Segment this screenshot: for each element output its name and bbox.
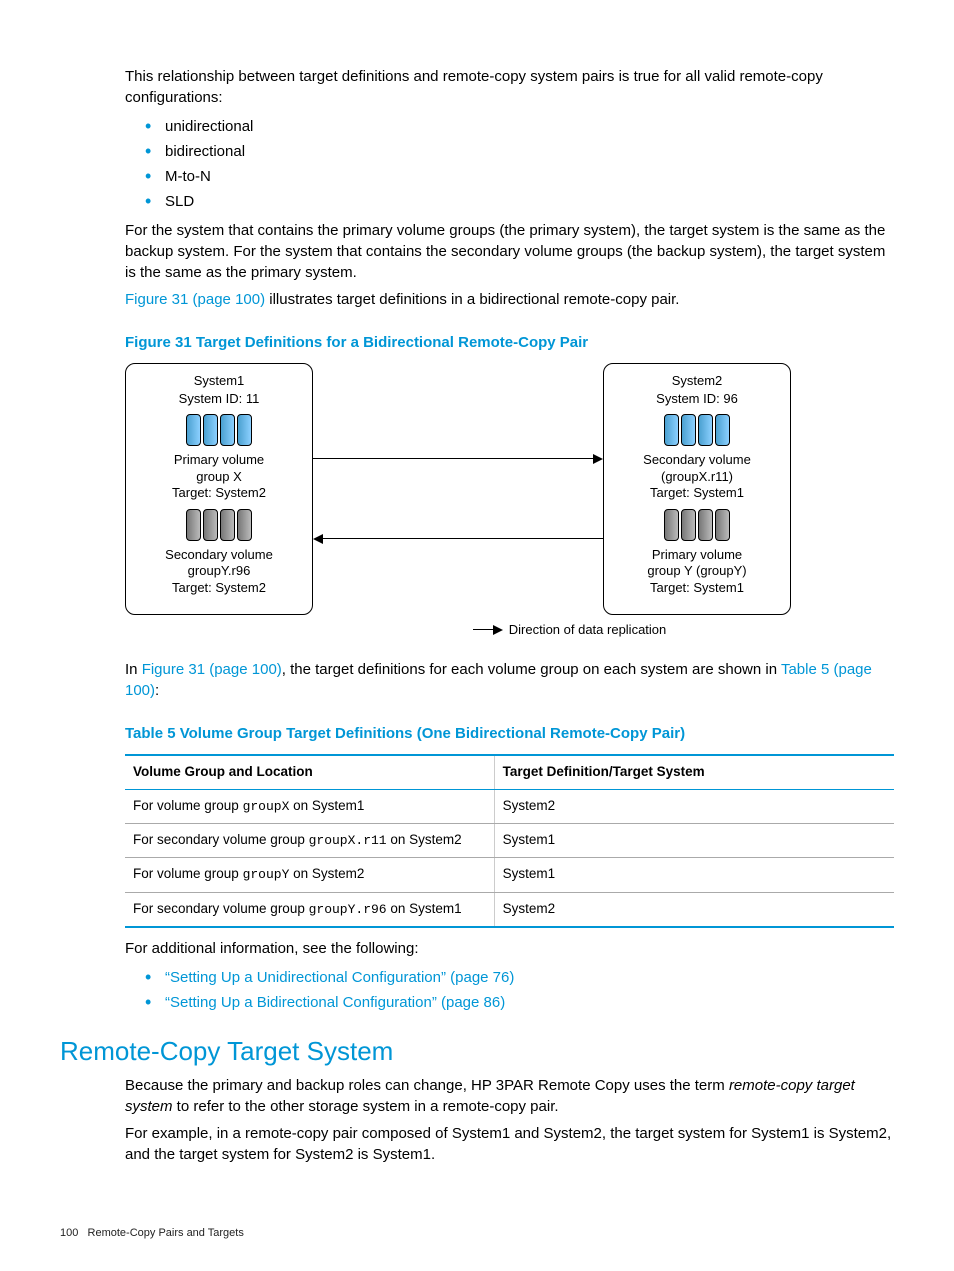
arrow-left-icon — [313, 534, 603, 544]
code-text: groupX — [243, 799, 290, 814]
text: (groupX.r11) — [608, 469, 786, 485]
table-header-row: Volume Group and Location Target Definit… — [125, 755, 894, 789]
text: to refer to the other storage system in … — [173, 1098, 559, 1115]
text: In — [125, 661, 142, 678]
table-row: For secondary volume group groupX.r11 on… — [125, 824, 894, 858]
text: For volume group — [133, 866, 243, 881]
figure-caption: Figure 31 Target Definitions for a Bidir… — [125, 332, 894, 353]
text: Target: System1 — [608, 580, 786, 596]
arrow-area — [313, 363, 603, 615]
see-link[interactable]: “Setting Up a Bidirectional Configuratio… — [165, 994, 505, 1011]
volume-cylinders-icon — [608, 509, 786, 541]
volume-cylinders-icon — [130, 414, 308, 446]
text: Target: System2 — [130, 485, 308, 501]
section-heading: Remote-Copy Target System — [60, 1033, 894, 1069]
config-list: unidirectional bidirectional M-to-N SLD — [125, 116, 894, 212]
additional-info-label: For additional information, see the foll… — [125, 938, 894, 959]
cell: System1 — [494, 824, 894, 858]
list-item: unidirectional — [145, 116, 894, 137]
text: Primary volume — [130, 452, 308, 468]
text: : — [155, 682, 159, 699]
code-text: groupX.r11 — [309, 833, 387, 848]
volume-cylinders-icon — [130, 509, 308, 541]
cell: System1 — [494, 858, 894, 892]
table-row: For volume group groupY on System2 Syste… — [125, 858, 894, 892]
code-text: groupY.r96 — [309, 902, 387, 917]
system1-name: System1 — [130, 372, 308, 390]
arrow-right-icon — [313, 454, 603, 464]
paragraph-figure-ref: Figure 31 (page 100) illustrates target … — [125, 289, 894, 310]
table-caption: Table 5 Volume Group Target Definitions … — [125, 723, 894, 744]
intro-paragraph: This relationship between target definit… — [125, 66, 894, 108]
figure-ref-link[interactable]: Figure 31 (page 100) — [142, 661, 282, 678]
list-item: M-to-N — [145, 166, 894, 187]
table-row: For secondary volume group groupY.r96 on… — [125, 892, 894, 927]
text: Secondary volume — [130, 547, 308, 563]
figure-ref-link[interactable]: Figure 31 (page 100) — [125, 291, 265, 308]
target-definitions-table: Volume Group and Location Target Definit… — [125, 754, 894, 928]
cell: System2 — [494, 789, 894, 823]
paragraph-table-ref: In Figure 31 (page 100), the target defi… — [125, 659, 894, 701]
text: on System1 — [289, 798, 364, 813]
paragraph-example: For example, in a remote-copy pair compo… — [125, 1123, 894, 1165]
table-header: Target Definition/Target System — [494, 755, 894, 789]
text: group X — [130, 469, 308, 485]
table-header: Volume Group and Location — [125, 755, 494, 789]
list-item: “Setting Up a Bidirectional Configuratio… — [145, 992, 894, 1013]
text: group Y (groupY) — [608, 563, 786, 579]
text: Because the primary and backup roles can… — [125, 1077, 729, 1094]
text: Primary volume — [608, 547, 786, 563]
text: Target: System2 — [130, 580, 308, 596]
text: on System1 — [387, 901, 462, 916]
text: on System2 — [387, 832, 462, 847]
footer-title: Remote-Copy Pairs and Targets — [88, 1227, 244, 1239]
diagram-legend: Direction of data replication — [125, 621, 894, 639]
text: For secondary volume group — [133, 832, 309, 847]
text: For secondary volume group — [133, 901, 309, 916]
legend-text: Direction of data replication — [509, 621, 667, 639]
system1-box: System1 System ID: 11 Primary volume gro… — [125, 363, 313, 615]
arrow-right-icon — [473, 625, 503, 635]
cell: System2 — [494, 892, 894, 927]
code-text: groupY — [243, 867, 290, 882]
text: Target: System1 — [608, 485, 786, 501]
text: For volume group — [133, 798, 243, 813]
system2-id: System ID: 96 — [608, 390, 786, 408]
table-row: For volume group groupX on System1 Syste… — [125, 789, 894, 823]
paragraph-primary-backup: For the system that contains the primary… — [125, 220, 894, 283]
text: illustrates target definitions in a bidi… — [265, 291, 679, 308]
paragraph-target-system: Because the primary and backup roles can… — [125, 1075, 894, 1117]
page-footer: 100 Remote-Copy Pairs and Targets — [60, 1226, 244, 1241]
see-links-list: “Setting Up a Unidirectional Configurati… — [125, 967, 894, 1013]
text: , the target definitions for each volume… — [282, 661, 781, 678]
text: groupY.r96 — [130, 563, 308, 579]
list-item: SLD — [145, 191, 894, 212]
list-item: “Setting Up a Unidirectional Configurati… — [145, 967, 894, 988]
system1-id: System ID: 11 — [130, 390, 308, 408]
volume-cylinders-icon — [608, 414, 786, 446]
figure-diagram: System1 System ID: 11 Primary volume gro… — [125, 363, 894, 639]
system2-box: System2 System ID: 96 Secondary volume (… — [603, 363, 791, 615]
text: Secondary volume — [608, 452, 786, 468]
see-link[interactable]: “Setting Up a Unidirectional Configurati… — [165, 969, 514, 986]
text: on System2 — [289, 866, 364, 881]
list-item: bidirectional — [145, 141, 894, 162]
page-number: 100 — [60, 1227, 78, 1239]
system2-name: System2 — [608, 372, 786, 390]
